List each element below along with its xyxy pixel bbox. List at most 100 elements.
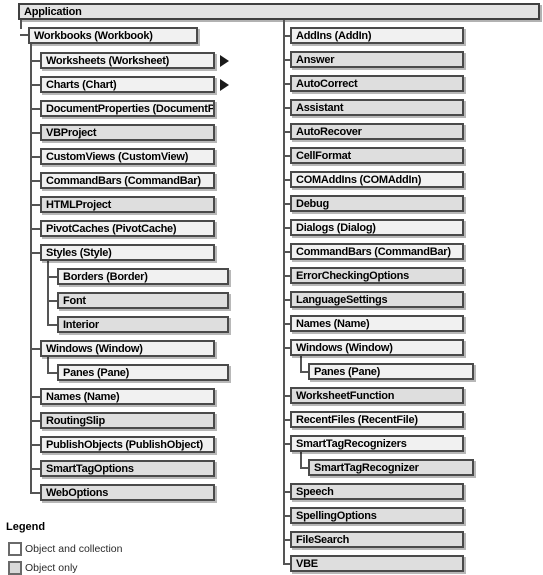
stub-r-names-name bbox=[283, 323, 290, 325]
node-r-smarttagrecognizers[interactable]: SmartTagRecognizers bbox=[290, 435, 464, 452]
stub-smarttagoptions bbox=[30, 468, 40, 470]
stub-r-dialogs-dialog bbox=[283, 227, 290, 229]
node-label: WebOptions bbox=[46, 486, 109, 499]
node-label: Interior bbox=[63, 318, 99, 331]
node-r-commandbars-commandbar[interactable]: CommandBars (CommandBar) bbox=[290, 243, 464, 260]
node-label: Speech bbox=[296, 485, 334, 498]
left-column-trunk bbox=[30, 44, 32, 492]
node-r-addins-addin[interactable]: AddIns (AddIn) bbox=[290, 27, 464, 44]
node-r-assistant[interactable]: Assistant bbox=[290, 99, 464, 116]
node-vbproject[interactable]: VBProject bbox=[40, 124, 215, 141]
stub-windows-window bbox=[30, 348, 40, 350]
node-documentproperties-documentproperty[interactable]: DocumentProperties (DocumentProperty) bbox=[40, 100, 215, 117]
node-sub-panes-pane[interactable]: Panes (Pane) bbox=[57, 364, 229, 381]
node-label: SmartTagOptions bbox=[46, 462, 134, 475]
node-label: Styles (Style) bbox=[46, 246, 112, 259]
legend-title: Legend bbox=[6, 521, 46, 533]
node-r-spellingoptions[interactable]: SpellingOptions bbox=[290, 507, 464, 524]
root-to-workbooks-stub bbox=[20, 34, 28, 36]
node-sub-borders-border[interactable]: Borders (Border) bbox=[57, 268, 229, 285]
node-label: Worksheets (Worksheet) bbox=[46, 54, 170, 67]
stub-vbproject bbox=[30, 132, 40, 134]
stub-htmlproject bbox=[30, 204, 40, 206]
node-windows-window[interactable]: Windows (Window) bbox=[40, 340, 215, 357]
node-label: Dialogs (Dialog) bbox=[296, 221, 376, 234]
node-weboptions[interactable]: WebOptions bbox=[40, 484, 215, 501]
root-node-label: Application bbox=[24, 5, 82, 18]
stub-r-debug bbox=[283, 203, 290, 205]
node-r-errorcheckingoptions[interactable]: ErrorCheckingOptions bbox=[290, 267, 464, 284]
node-r-sub-panes-pane[interactable]: Panes (Pane) bbox=[308, 363, 474, 380]
node-r-filesearch[interactable]: FileSearch bbox=[290, 531, 464, 548]
node-r-vbe[interactable]: VBE bbox=[290, 555, 464, 572]
node-r-worksheetfunction[interactable]: WorksheetFunction bbox=[290, 387, 464, 404]
node-label: CustomViews (CustomView) bbox=[46, 150, 189, 163]
node-customviews-customview[interactable]: CustomViews (CustomView) bbox=[40, 148, 215, 165]
stub-r-filesearch bbox=[283, 539, 290, 541]
node-r-sub-smarttagrecognizer[interactable]: SmartTagRecognizer bbox=[308, 459, 474, 476]
legend-entry-object-only: Object only bbox=[8, 561, 78, 575]
node-worksheets-worksheet[interactable]: Worksheets (Worksheet) bbox=[40, 52, 215, 69]
node-label: Names (Name) bbox=[46, 390, 120, 403]
node-r-windows-window[interactable]: Windows (Window) bbox=[290, 339, 464, 356]
node-htmlproject[interactable]: HTMLProject bbox=[40, 196, 215, 213]
stub-r-cellformat bbox=[283, 155, 290, 157]
node-r-recentfiles-recentfile[interactable]: RecentFiles (RecentFile) bbox=[290, 411, 464, 428]
node-label: AutoCorrect bbox=[296, 77, 358, 90]
node-r-cellformat[interactable]: CellFormat bbox=[290, 147, 464, 164]
stub-r-commandbars-commandbar bbox=[283, 251, 290, 253]
node-label: CommandBars (CommandBar) bbox=[46, 174, 201, 187]
node-label: CellFormat bbox=[296, 149, 351, 162]
node-label: VBProject bbox=[46, 126, 97, 139]
node-sub-interior[interactable]: Interior bbox=[57, 316, 229, 333]
node-r-languagesettings[interactable]: LanguageSettings bbox=[290, 291, 464, 308]
node-r-autocorrect[interactable]: AutoCorrect bbox=[290, 75, 464, 92]
stub-r-panes-pane bbox=[300, 371, 308, 373]
node-charts-chart[interactable]: Charts (Chart) bbox=[40, 76, 215, 93]
node-label: HTMLProject bbox=[46, 198, 112, 211]
stub-r-languagesettings bbox=[283, 299, 290, 301]
node-publishobjects-publishobject[interactable]: PublishObjects (PublishObject) bbox=[40, 436, 215, 453]
stub-r-smarttagrecognizer bbox=[300, 467, 308, 469]
node-pivotcaches-pivotcache[interactable]: PivotCaches (PivotCache) bbox=[40, 220, 215, 237]
stub-r-worksheetfunction bbox=[283, 395, 290, 397]
node-workbooks-workbook[interactable]: Workbooks (Workbook) bbox=[28, 27, 198, 44]
node-sub-font[interactable]: Font bbox=[57, 292, 229, 309]
node-label: Workbooks (Workbook) bbox=[34, 29, 153, 42]
node-label: CommandBars (CommandBar) bbox=[296, 245, 451, 258]
node-smarttagoptions[interactable]: SmartTagOptions bbox=[40, 460, 215, 477]
node-label: SmartTagRecognizers bbox=[296, 437, 407, 450]
stub-r-windows-window bbox=[283, 347, 290, 349]
stub-panes-pane bbox=[47, 372, 57, 374]
stub-publishobjects-publishobject bbox=[30, 444, 40, 446]
node-label: Panes (Pane) bbox=[63, 366, 130, 379]
node-r-debug[interactable]: Debug bbox=[290, 195, 464, 212]
node-label: AutoRecover bbox=[296, 125, 362, 138]
stub-styles-style bbox=[30, 252, 40, 254]
legend-label: Object and collection bbox=[25, 543, 123, 555]
node-styles-style[interactable]: Styles (Style) bbox=[40, 244, 215, 261]
node-r-dialogs-dialog[interactable]: Dialogs (Dialog) bbox=[290, 219, 464, 236]
stub-r-autocorrect bbox=[283, 83, 290, 85]
node-commandbars-commandbar[interactable]: CommandBars (CommandBar) bbox=[40, 172, 215, 189]
node-label: ErrorCheckingOptions bbox=[296, 269, 409, 282]
node-r-speech[interactable]: Speech bbox=[290, 483, 464, 500]
node-r-names-name[interactable]: Names (Name) bbox=[290, 315, 464, 332]
node-label: Debug bbox=[296, 197, 329, 210]
expand-arrow-worksheets-worksheet[interactable] bbox=[220, 55, 229, 67]
legend-swatch-collection bbox=[8, 542, 22, 556]
stub-r-recentfiles-recentfile bbox=[283, 419, 290, 421]
right-subtrunk-windows-window bbox=[300, 356, 302, 371]
node-r-autorecover[interactable]: AutoRecover bbox=[290, 123, 464, 140]
node-r-comaddins-comaddin[interactable]: COMAddIns (COMAddIn) bbox=[290, 171, 464, 188]
node-r-answer[interactable]: Answer bbox=[290, 51, 464, 68]
node-names-name[interactable]: Names (Name) bbox=[40, 388, 215, 405]
node-label: Charts (Chart) bbox=[46, 78, 117, 91]
expand-arrow-charts-chart[interactable] bbox=[220, 79, 229, 91]
right-subtrunk-smarttagrecognizers bbox=[300, 452, 302, 467]
stub-documentproperties-documentproperty bbox=[30, 108, 40, 110]
node-routingslip[interactable]: RoutingSlip bbox=[40, 412, 215, 429]
node-label: DocumentProperties (DocumentProperty) bbox=[46, 102, 215, 115]
node-label: PivotCaches (PivotCache) bbox=[46, 222, 177, 235]
root-node-application[interactable]: Application bbox=[18, 3, 540, 20]
